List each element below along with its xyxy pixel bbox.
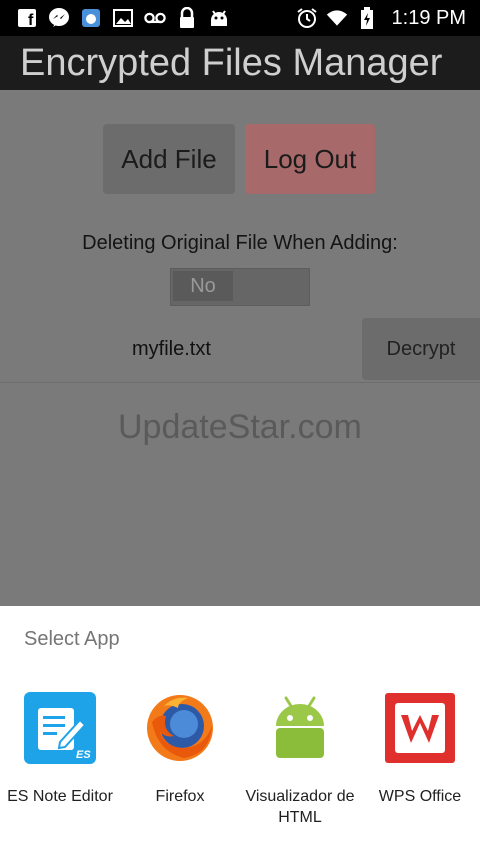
app-option-firefox[interactable]: Firefox (120, 692, 240, 807)
status-time: 1:19 PM (391, 6, 466, 29)
toggle-value: No (173, 271, 233, 301)
weather-icon (80, 7, 102, 29)
android-icon (208, 7, 230, 29)
wps-office-icon (384, 692, 456, 764)
add-file-button[interactable]: Add File (103, 124, 235, 194)
select-app-sheet: Select App ES ES Note Editor Firefox Vis… (0, 606, 480, 854)
sheet-title: Select App (24, 628, 120, 650)
app-title: Encrypted Files Manager (20, 41, 443, 84)
file-name: myfile.txt (132, 338, 211, 360)
android-app-icon (264, 692, 336, 764)
image-icon (112, 7, 134, 29)
facebook-icon: f (16, 7, 38, 29)
app-content: Add File Log Out Deleting Original File … (0, 90, 480, 606)
app-title-bar: Encrypted Files Manager (0, 36, 480, 90)
app-option-wps-office[interactable]: WPS Office (360, 692, 480, 807)
lock-icon (176, 7, 198, 29)
app-option-label: WPS Office (378, 788, 462, 805)
app-option-es-note-editor[interactable]: ES ES Note Editor (0, 692, 120, 807)
delete-original-label: Deleting Original File When Adding: (82, 232, 398, 254)
battery-icon (356, 7, 378, 29)
app-option-label: Visualizador de HTML (245, 788, 355, 826)
status-left-icons: f (0, 7, 230, 29)
alarm-icon (296, 7, 318, 29)
delete-original-toggle[interactable]: No (170, 268, 310, 306)
app-option-visualizador-html[interactable]: Visualizador de HTML (240, 692, 360, 828)
wifi-icon (326, 7, 348, 29)
svg-text:ES: ES (76, 749, 91, 761)
status-bar: f 1:19 PM (0, 0, 480, 36)
watermark-text: UpdateStar.com (118, 408, 362, 446)
es-note-editor-icon: ES (24, 692, 96, 764)
svg-text:f: f (28, 12, 34, 28)
decrypt-button[interactable]: Decrypt (362, 318, 480, 380)
firefox-icon (144, 692, 216, 764)
app-option-label: Firefox (155, 788, 205, 805)
app-option-label: ES Note Editor (7, 788, 113, 805)
logout-button[interactable]: Log Out (245, 124, 375, 194)
messenger-icon (48, 7, 70, 29)
voicemail-icon (144, 7, 166, 29)
file-row: myfile.txt Decrypt (0, 316, 480, 383)
status-right-icons: 1:19 PM (296, 7, 480, 30)
